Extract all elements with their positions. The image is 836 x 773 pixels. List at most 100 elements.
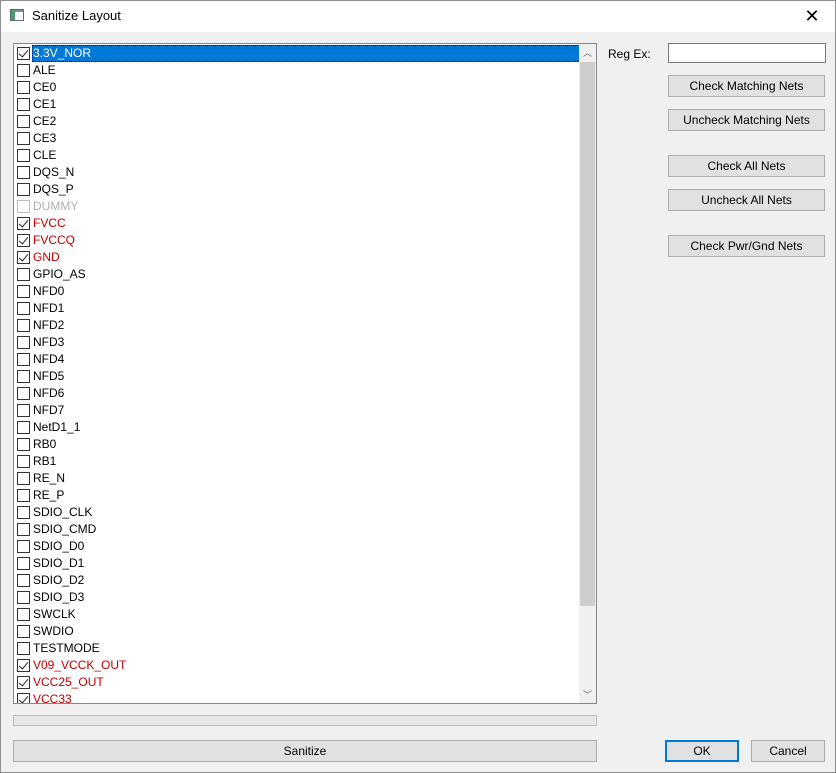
net-list-item[interactable]: CE3 (15, 130, 580, 147)
checked-checkbox[interactable] (17, 251, 30, 264)
unchecked-checkbox[interactable] (17, 319, 30, 332)
scroll-up-icon[interactable]: ︿ (579, 44, 596, 61)
net-list-item[interactable]: NetD1_1 (15, 419, 580, 436)
net-list-item[interactable]: RB0 (15, 436, 580, 453)
unchecked-checkbox[interactable] (17, 302, 30, 315)
net-list-item[interactable]: CE2 (15, 113, 580, 130)
net-list-item[interactable]: ALE (15, 62, 580, 79)
uncheck-matching-nets-button[interactable]: Uncheck Matching Nets (668, 109, 825, 131)
checked-checkbox[interactable] (17, 217, 30, 230)
unchecked-checkbox[interactable] (17, 455, 30, 468)
net-list-item[interactable]: NFD1 (15, 300, 580, 317)
checked-checkbox[interactable] (17, 693, 30, 703)
unchecked-checkbox[interactable] (17, 489, 30, 502)
unchecked-checkbox[interactable] (17, 183, 30, 196)
regex-input[interactable] (668, 43, 826, 63)
net-name-label: GPIO_AS (33, 267, 86, 281)
net-name-label: RE_N (33, 471, 66, 485)
net-name-label: TESTMODE (33, 641, 100, 655)
net-checklist[interactable]: 3.3V_NOR ALE CE0 CE1 CE2 CE3 CLE DQS_N DQS_P DUMM… (13, 43, 597, 704)
scroll-down-icon[interactable]: ﹀ (579, 686, 596, 703)
net-list-item[interactable]: V09_VCCK_OUT (15, 657, 580, 674)
check-matching-nets-button[interactable]: Check Matching Nets (668, 75, 825, 97)
unchecked-checkbox[interactable] (17, 438, 30, 451)
unchecked-checkbox[interactable] (17, 166, 30, 179)
net-list-item[interactable]: SDIO_D3 (15, 589, 580, 606)
net-list-item[interactable]: GND (15, 249, 580, 266)
check-pwr-gnd-nets-button[interactable]: Check Pwr/Gnd Nets (668, 235, 825, 257)
unchecked-checkbox[interactable] (17, 608, 30, 621)
unchecked-checkbox[interactable] (17, 200, 30, 213)
net-list-item[interactable]: SDIO_D1 (15, 555, 580, 572)
net-list-item[interactable]: GPIO_AS (15, 266, 580, 283)
net-list-item[interactable]: SWDIO (15, 623, 580, 640)
net-list-item[interactable]: SDIO_D0 (15, 538, 580, 555)
net-list-item[interactable]: RB1 (15, 453, 580, 470)
unchecked-checkbox[interactable] (17, 132, 30, 145)
net-list-item[interactable]: FVCC (15, 215, 580, 232)
net-list-item[interactable]: RE_P (15, 487, 580, 504)
uncheck-all-nets-button[interactable]: Uncheck All Nets (668, 189, 825, 211)
ok-button[interactable]: OK (665, 740, 739, 762)
unchecked-checkbox[interactable] (17, 472, 30, 485)
unchecked-checkbox[interactable] (17, 540, 30, 553)
net-list-item[interactable]: NFD6 (15, 385, 580, 402)
net-list-item[interactable]: NFD0 (15, 283, 580, 300)
unchecked-checkbox[interactable] (17, 387, 30, 400)
unchecked-checkbox[interactable] (17, 285, 30, 298)
net-name-label: VCC25_OUT (33, 675, 104, 689)
net-list-item[interactable]: NFD3 (15, 334, 580, 351)
net-list-item[interactable]: VCC25_OUT (15, 674, 580, 691)
net-list-item[interactable]: FVCCQ (15, 232, 580, 249)
net-list-item[interactable]: VCC33 (15, 691, 580, 703)
unchecked-checkbox[interactable] (17, 625, 30, 638)
net-list-item[interactable]: 3.3V_NOR (15, 45, 580, 62)
checked-checkbox[interactable] (17, 676, 30, 689)
net-name-label: RB1 (33, 454, 57, 468)
unchecked-checkbox[interactable] (17, 115, 30, 128)
unchecked-checkbox[interactable] (17, 98, 30, 111)
net-list-item[interactable]: NFD7 (15, 402, 580, 419)
unchecked-checkbox[interactable] (17, 268, 30, 281)
net-list-item[interactable]: CLE (15, 147, 580, 164)
net-list-item[interactable]: SWCLK (15, 606, 580, 623)
vertical-scrollbar[interactable]: ︿ ﹀ (579, 44, 596, 703)
app-icon (10, 9, 24, 21)
unchecked-checkbox[interactable] (17, 523, 30, 536)
unchecked-checkbox[interactable] (17, 421, 30, 434)
net-list-item[interactable]: CE0 (15, 79, 580, 96)
net-list-item[interactable]: DUMMY (15, 198, 580, 215)
sanitize-button[interactable]: Sanitize (13, 740, 597, 762)
unchecked-checkbox[interactable] (17, 149, 30, 162)
unchecked-checkbox[interactable] (17, 353, 30, 366)
checked-checkbox[interactable] (17, 659, 30, 672)
unchecked-checkbox[interactable] (17, 557, 30, 570)
close-icon[interactable]: ✕ (789, 1, 835, 32)
checked-checkbox[interactable] (17, 47, 30, 60)
net-list-item[interactable]: SDIO_D2 (15, 572, 580, 589)
net-list-item[interactable]: DQS_P (15, 181, 580, 198)
unchecked-checkbox[interactable] (17, 64, 30, 77)
net-list-item[interactable]: TESTMODE (15, 640, 580, 657)
unchecked-checkbox[interactable] (17, 370, 30, 383)
unchecked-checkbox[interactable] (17, 506, 30, 519)
net-list-item[interactable]: NFD4 (15, 351, 580, 368)
unchecked-checkbox[interactable] (17, 642, 30, 655)
net-list-item[interactable]: SDIO_CLK (15, 504, 580, 521)
net-list-item[interactable]: RE_N (15, 470, 580, 487)
net-list-item[interactable]: SDIO_CMD (15, 521, 580, 538)
scrollbar-thumb[interactable] (580, 62, 595, 606)
net-name-label: SDIO_D0 (33, 539, 85, 553)
net-list-item[interactable]: DQS_N (15, 164, 580, 181)
checked-checkbox[interactable] (17, 234, 30, 247)
net-list-item[interactable]: CE1 (15, 96, 580, 113)
unchecked-checkbox[interactable] (17, 336, 30, 349)
check-all-nets-button[interactable]: Check All Nets (668, 155, 825, 177)
net-list-item[interactable]: NFD2 (15, 317, 580, 334)
unchecked-checkbox[interactable] (17, 404, 30, 417)
unchecked-checkbox[interactable] (17, 591, 30, 604)
unchecked-checkbox[interactable] (17, 574, 30, 587)
net-list-item[interactable]: NFD5 (15, 368, 580, 385)
cancel-button[interactable]: Cancel (751, 740, 825, 762)
unchecked-checkbox[interactable] (17, 81, 30, 94)
